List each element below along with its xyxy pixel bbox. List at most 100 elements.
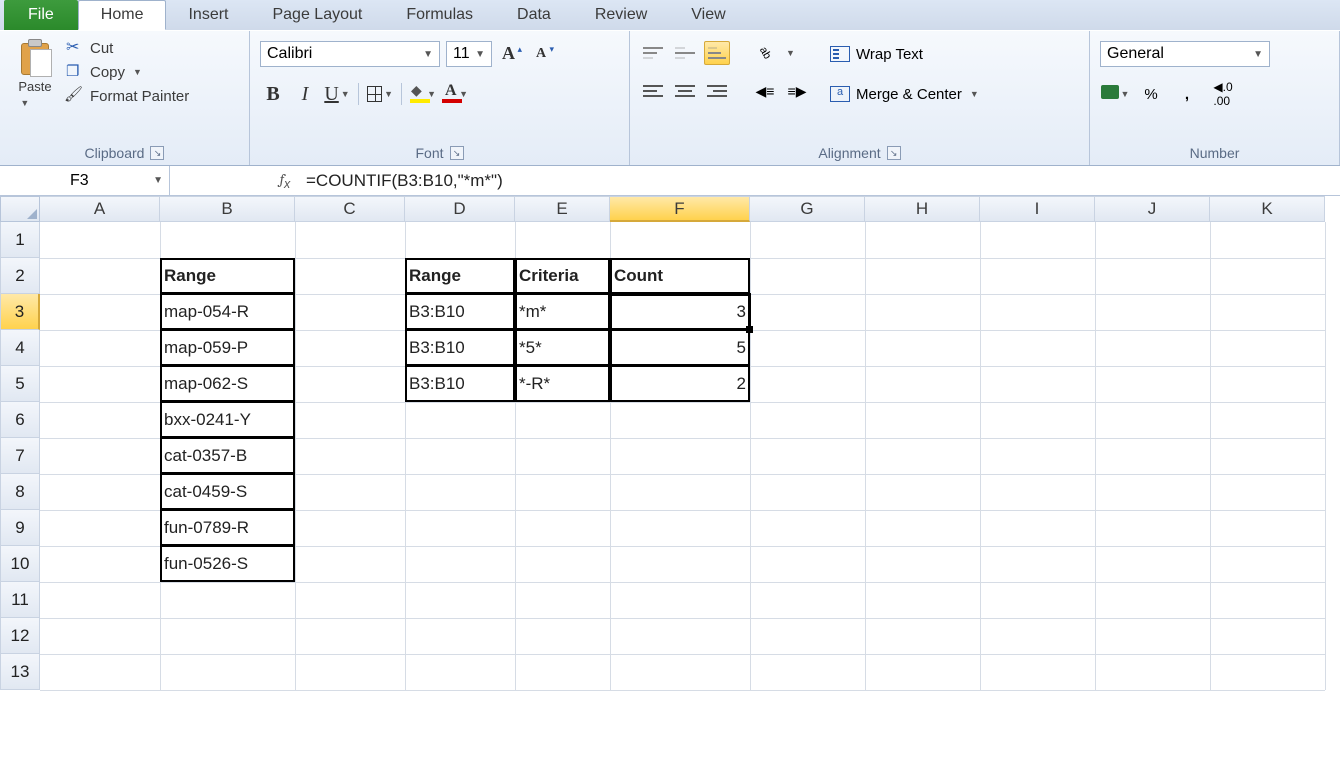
cell[interactable]: cat-0459-S bbox=[160, 474, 295, 510]
format-painter-button[interactable]: Format Painter bbox=[66, 87, 189, 105]
border-button[interactable]: ▼ bbox=[367, 81, 393, 107]
currency-button[interactable]: ▼ bbox=[1100, 81, 1130, 107]
row-header[interactable]: 9 bbox=[0, 510, 40, 546]
column-header[interactable]: C bbox=[295, 196, 405, 222]
cell[interactable]: Count bbox=[610, 258, 750, 294]
cut-button[interactable]: Cut bbox=[66, 39, 189, 57]
cell[interactable]: cat-0357-B bbox=[160, 438, 295, 474]
align-right-button[interactable] bbox=[704, 79, 730, 103]
decrease-indent-button[interactable]: ◀≡ bbox=[752, 79, 778, 103]
font-color-button[interactable]: ▼ bbox=[442, 81, 468, 107]
fill-handle[interactable] bbox=[746, 326, 753, 333]
shrink-font-button[interactable]: ▾ bbox=[530, 41, 556, 67]
column-header[interactable]: D bbox=[405, 196, 515, 222]
cell[interactable]: Range bbox=[405, 258, 515, 294]
cell[interactable]: 2 bbox=[610, 366, 750, 402]
column-header[interactable]: H bbox=[865, 196, 980, 222]
bold-button[interactable]: B bbox=[260, 81, 286, 107]
underline-button[interactable]: U▼ bbox=[324, 81, 350, 107]
ribbon: File Home Insert Page Layout Formulas Da… bbox=[0, 0, 1340, 166]
chevron-down-icon: ▼ bbox=[20, 98, 29, 108]
row-header[interactable]: 6 bbox=[0, 402, 40, 438]
cell[interactable]: map-054-R bbox=[160, 294, 295, 330]
tab-view[interactable]: View bbox=[669, 0, 747, 30]
cell[interactable]: 3 bbox=[610, 294, 750, 330]
row-header[interactable]: 11 bbox=[0, 582, 40, 618]
chevron-down-icon: ▼ bbox=[341, 89, 350, 99]
dialog-launcher-icon[interactable]: ↘ bbox=[887, 146, 901, 160]
cell[interactable]: B3:B10 bbox=[405, 330, 515, 366]
dialog-launcher-icon[interactable]: ↘ bbox=[450, 146, 464, 160]
tab-file[interactable]: File bbox=[4, 0, 78, 30]
italic-button[interactable]: I bbox=[292, 81, 318, 107]
name-box[interactable]: F3 ▼ bbox=[0, 166, 170, 195]
increase-indent-button[interactable]: ≡▶ bbox=[784, 79, 810, 103]
chevron-down-icon: ▼ bbox=[427, 89, 436, 99]
align-middle-button[interactable] bbox=[672, 41, 698, 65]
orientation-button[interactable] bbox=[752, 41, 778, 65]
spreadsheet-grid[interactable]: ABCDEFGHIJK 12345678910111213 Rangemap-0… bbox=[0, 196, 1340, 690]
align-top-button[interactable] bbox=[640, 41, 666, 65]
paste-button[interactable]: Paste▼ bbox=[10, 35, 60, 109]
cell[interactable]: B3:B10 bbox=[405, 366, 515, 402]
row-header[interactable]: 8 bbox=[0, 474, 40, 510]
font-size-combo[interactable]: 11▼ bbox=[446, 41, 492, 67]
tab-review[interactable]: Review bbox=[573, 0, 669, 30]
grow-font-button[interactable]: ▴ bbox=[498, 41, 524, 67]
cell[interactable]: 5 bbox=[610, 330, 750, 366]
row-header[interactable]: 3 bbox=[0, 294, 40, 330]
scissors-icon bbox=[66, 39, 84, 57]
align-center-button[interactable] bbox=[672, 79, 698, 103]
cell[interactable]: Range bbox=[160, 258, 295, 294]
cell[interactable]: fun-0789-R bbox=[160, 510, 295, 546]
align-bottom-button[interactable] bbox=[704, 41, 730, 65]
tab-formulas[interactable]: Formulas bbox=[384, 0, 495, 30]
font-name-combo[interactable]: Calibri▼ bbox=[260, 41, 440, 67]
column-header[interactable]: A bbox=[40, 196, 160, 222]
row-header[interactable]: 10 bbox=[0, 546, 40, 582]
cell[interactable]: B3:B10 bbox=[405, 294, 515, 330]
column-header[interactable]: E bbox=[515, 196, 610, 222]
column-header[interactable]: F bbox=[610, 196, 750, 222]
tab-page-layout[interactable]: Page Layout bbox=[250, 0, 384, 30]
dialog-launcher-icon[interactable]: ↘ bbox=[150, 146, 164, 160]
wrap-text-button[interactable]: Wrap Text bbox=[826, 41, 983, 67]
row-header[interactable]: 1 bbox=[0, 222, 40, 258]
row-header[interactable]: 12 bbox=[0, 618, 40, 654]
formula-bar[interactable]: =COUNTIF(B3:B10,"*m*") bbox=[300, 171, 1340, 191]
column-header[interactable]: I bbox=[980, 196, 1095, 222]
row-header[interactable]: 13 bbox=[0, 654, 40, 690]
cell[interactable]: *5* bbox=[515, 330, 610, 366]
comma-button[interactable]: , bbox=[1172, 81, 1202, 107]
row-header[interactable]: 4 bbox=[0, 330, 40, 366]
column-header[interactable]: B bbox=[160, 196, 295, 222]
tab-insert[interactable]: Insert bbox=[166, 0, 250, 30]
cell[interactable]: fun-0526-S bbox=[160, 546, 295, 582]
cell[interactable]: Criteria bbox=[515, 258, 610, 294]
row-header[interactable]: 7 bbox=[0, 438, 40, 474]
cell[interactable]: map-059-P bbox=[160, 330, 295, 366]
cell[interactable]: *m* bbox=[515, 294, 610, 330]
cell-area[interactable]: Rangemap-054-Rmap-059-Pmap-062-Sbxx-0241… bbox=[40, 222, 1325, 690]
chevron-down-icon: ▼ bbox=[475, 49, 485, 60]
fx-icon[interactable]: fx bbox=[270, 170, 300, 191]
format-painter-label: Format Painter bbox=[90, 88, 189, 105]
increase-decimal-button[interactable]: ◀.0.00 bbox=[1208, 81, 1238, 107]
number-format-combo[interactable]: General▼ bbox=[1100, 41, 1270, 67]
row-header[interactable]: 5 bbox=[0, 366, 40, 402]
align-left-button[interactable] bbox=[640, 79, 666, 103]
cell[interactable]: bxx-0241-Y bbox=[160, 402, 295, 438]
cell[interactable]: *-R* bbox=[515, 366, 610, 402]
row-header[interactable]: 2 bbox=[0, 258, 40, 294]
copy-button[interactable]: Copy▼ bbox=[66, 63, 189, 81]
tab-data[interactable]: Data bbox=[495, 0, 573, 30]
merge-center-button[interactable]: Merge & Center▼ bbox=[826, 81, 983, 107]
cell[interactable]: map-062-S bbox=[160, 366, 295, 402]
select-all-corner[interactable] bbox=[0, 196, 40, 222]
column-header[interactable]: K bbox=[1210, 196, 1325, 222]
tab-home[interactable]: Home bbox=[78, 0, 167, 30]
fill-color-button[interactable]: ▼ bbox=[410, 81, 436, 107]
column-header[interactable]: J bbox=[1095, 196, 1210, 222]
column-header[interactable]: G bbox=[750, 196, 865, 222]
percent-button[interactable]: % bbox=[1136, 81, 1166, 107]
